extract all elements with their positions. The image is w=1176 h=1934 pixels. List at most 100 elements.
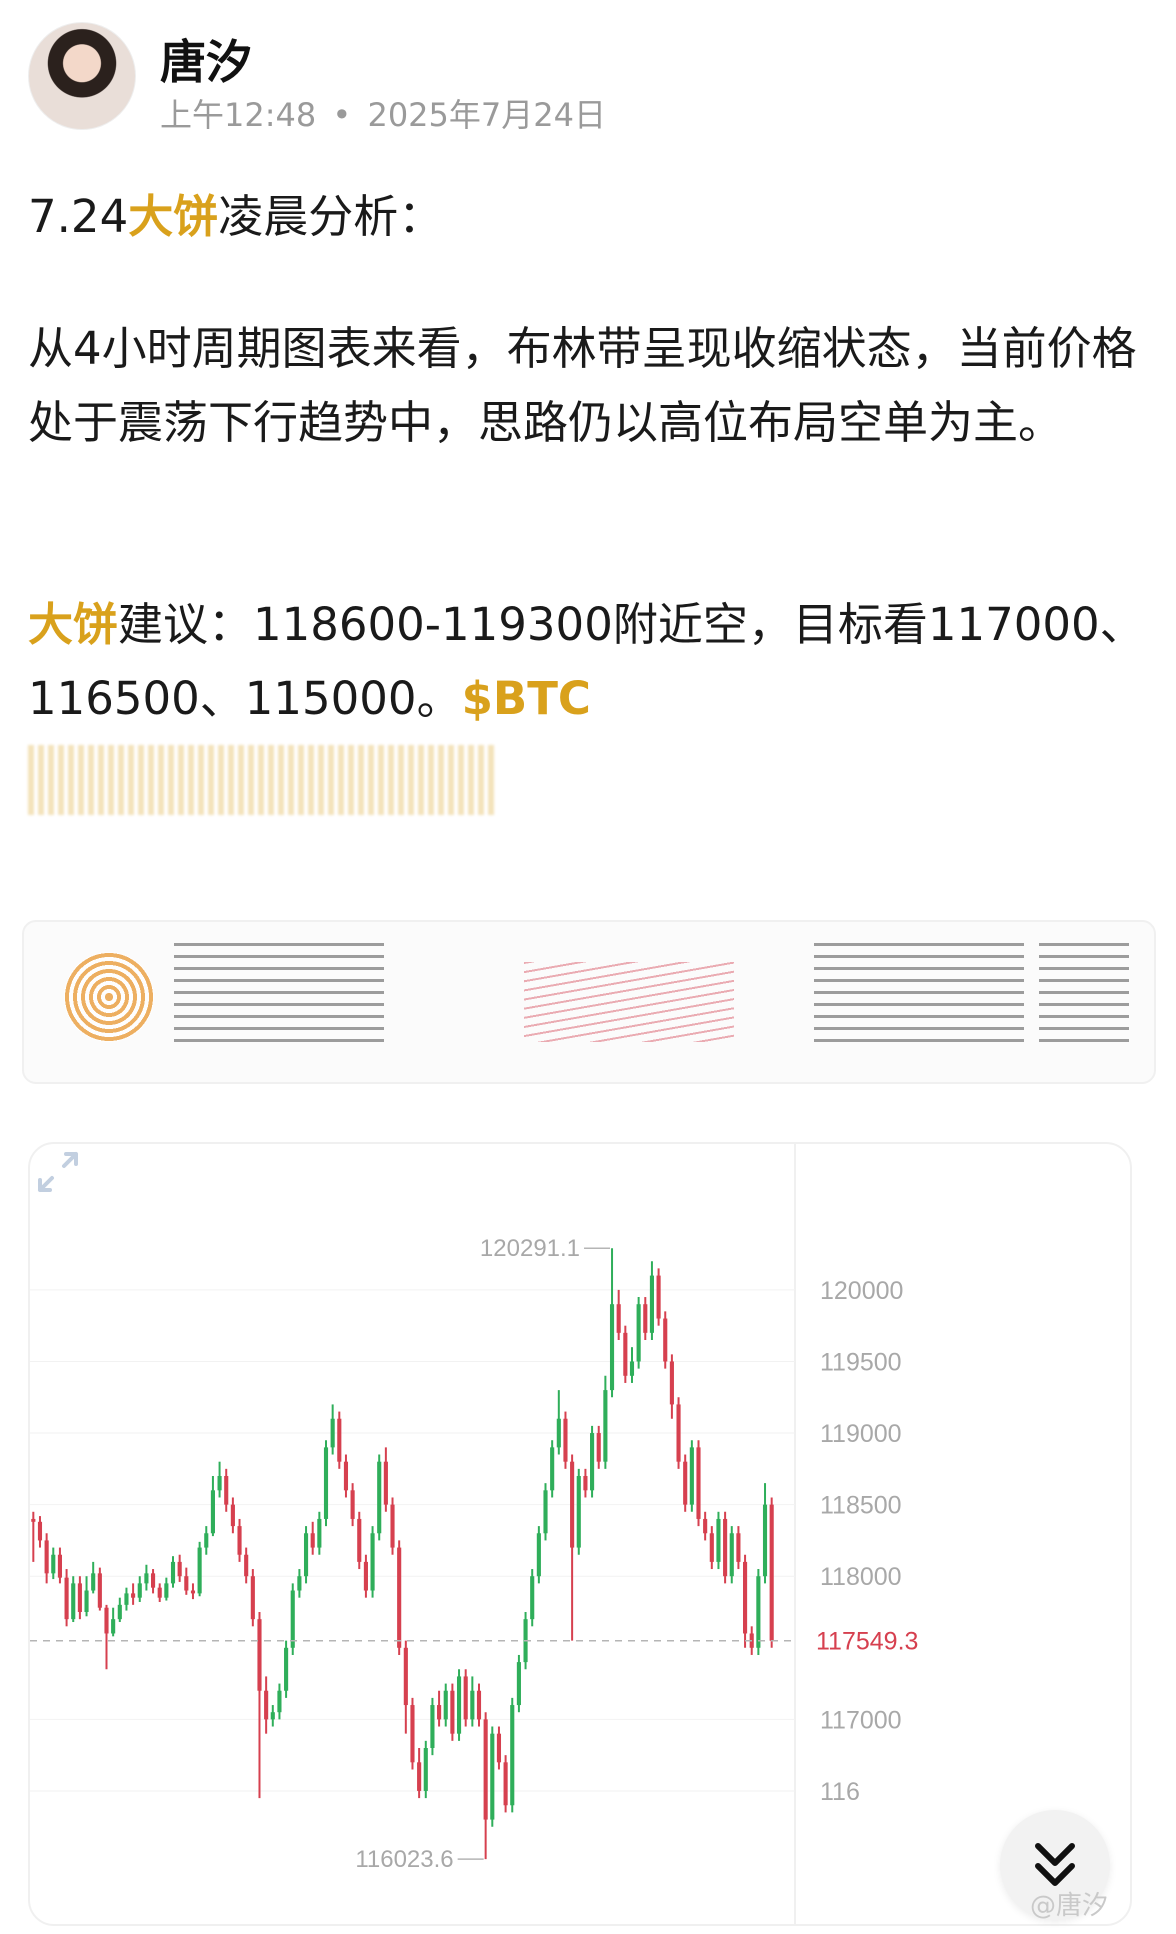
candle-body xyxy=(357,1518,362,1562)
candle-body xyxy=(37,1521,43,1541)
candle-body xyxy=(550,1447,555,1491)
candle-body xyxy=(177,1561,182,1577)
candle-body xyxy=(197,1547,202,1594)
candle-body xyxy=(111,1619,116,1634)
candle-body xyxy=(683,1461,688,1505)
candle-body xyxy=(503,1762,508,1806)
watermark: @唐汐 xyxy=(1030,1891,1109,1921)
p1-prefix: 7.24 xyxy=(28,190,129,243)
candle-body xyxy=(516,1662,521,1706)
author-name[interactable]: 唐汐 xyxy=(160,26,252,92)
post-meta: 上午12:48 • 2025年7月24日 xyxy=(160,90,606,136)
candle-body xyxy=(150,1573,156,1588)
y-tick-label: 116 xyxy=(820,1778,860,1806)
candle-body xyxy=(709,1533,714,1562)
candle-body xyxy=(317,1518,322,1548)
candle-body xyxy=(510,1705,515,1806)
candle-body xyxy=(277,1690,282,1713)
candle-body xyxy=(483,1719,488,1820)
candle-body xyxy=(230,1504,235,1527)
candle-body xyxy=(716,1518,721,1562)
post-paragraph-1: 7.24大饼凌晨分析： xyxy=(28,180,443,254)
candle-body xyxy=(244,1554,249,1577)
candle-body xyxy=(563,1418,568,1462)
candle-body xyxy=(264,1690,269,1720)
candle-body xyxy=(377,1461,382,1534)
candle-body xyxy=(343,1461,349,1491)
btc-candlestick-chart[interactable]: 120000 119500 119000 118500 118000 117000 116 1… xyxy=(28,1142,1132,1926)
candle-body xyxy=(97,1573,102,1608)
y-tick-label: 118500 xyxy=(820,1492,902,1520)
candle-body xyxy=(390,1504,395,1548)
blurred-text-block xyxy=(814,942,1024,1042)
candle-body xyxy=(84,1590,89,1612)
candle-body xyxy=(57,1554,62,1578)
post-date: 2025年7月24日 xyxy=(367,96,606,134)
avatar[interactable] xyxy=(28,22,136,130)
y-tick-label: 119500 xyxy=(820,1348,902,1376)
p1-highlight: 大饼 xyxy=(128,190,219,243)
candle-body xyxy=(689,1447,694,1505)
candle-body xyxy=(769,1504,774,1641)
chart-canvas: 120000 119500 119000 118500 118000 117000 116 1… xyxy=(30,1144,918,1924)
candle-body xyxy=(530,1576,535,1620)
post-paragraph-3: 大饼建议：118600-119300附近空，目标看117000、116500、1… xyxy=(28,588,1148,736)
candle-body xyxy=(131,1593,136,1598)
blurred-text-block xyxy=(174,942,384,1042)
candle-body xyxy=(570,1461,575,1548)
candle-body xyxy=(144,1573,149,1584)
candle-body xyxy=(297,1576,302,1591)
candle-body xyxy=(157,1587,162,1598)
candle-body xyxy=(696,1447,701,1519)
candle-body xyxy=(137,1583,142,1598)
candle-body xyxy=(463,1676,468,1720)
candle-body xyxy=(723,1518,728,1577)
candle-body xyxy=(423,1748,428,1791)
candle-body xyxy=(583,1476,588,1491)
blurred-text-strip xyxy=(28,745,498,815)
candle-body xyxy=(290,1590,295,1648)
candle-body xyxy=(44,1540,49,1574)
candle-body xyxy=(556,1418,561,1448)
candle-body xyxy=(596,1433,601,1462)
candle-body xyxy=(437,1705,442,1720)
candle-body xyxy=(456,1676,462,1734)
candle-body xyxy=(210,1490,215,1534)
candle-body xyxy=(729,1533,734,1577)
candle-body xyxy=(762,1504,768,1577)
expand-icon[interactable] xyxy=(30,1144,86,1200)
candle-body xyxy=(184,1576,189,1591)
candle-body xyxy=(204,1533,209,1548)
post-paragraph-2: 从4小时周期图表来看，布林带呈现收缩状态，当前价格处于震荡下行趋势中，思路仍以高… xyxy=(28,322,1137,449)
candle-body xyxy=(323,1447,329,1519)
candle-body xyxy=(71,1583,76,1620)
candle-body xyxy=(410,1705,415,1763)
post-time: 上午12:48 xyxy=(160,96,317,134)
candle-body xyxy=(450,1690,455,1734)
candle-body xyxy=(397,1547,402,1648)
candle-body xyxy=(310,1533,315,1548)
candle-body xyxy=(623,1332,628,1376)
candle-body xyxy=(629,1361,635,1376)
candle-body xyxy=(77,1583,82,1612)
candle-body xyxy=(669,1361,674,1405)
btc-cashtag-link[interactable]: $BTC xyxy=(462,672,591,725)
candle-body xyxy=(117,1604,122,1620)
candle-body xyxy=(403,1647,408,1706)
candle-body xyxy=(257,1619,262,1691)
candle-body xyxy=(237,1526,242,1555)
candle-body xyxy=(609,1304,615,1391)
candle-body xyxy=(91,1573,96,1591)
candle-body xyxy=(270,1712,275,1720)
candle-body xyxy=(51,1554,56,1574)
candle-body xyxy=(104,1607,109,1634)
candle-body xyxy=(383,1461,388,1505)
meta-separator: • xyxy=(332,96,352,134)
candle-body xyxy=(470,1690,475,1720)
candle-body xyxy=(250,1576,255,1620)
p3-highlight: 大饼 xyxy=(28,598,119,651)
candle-body xyxy=(224,1476,229,1505)
candle-body xyxy=(417,1762,422,1791)
high-price-label: 120291.1 xyxy=(480,1235,580,1262)
blurred-ticker-card xyxy=(22,920,1156,1084)
